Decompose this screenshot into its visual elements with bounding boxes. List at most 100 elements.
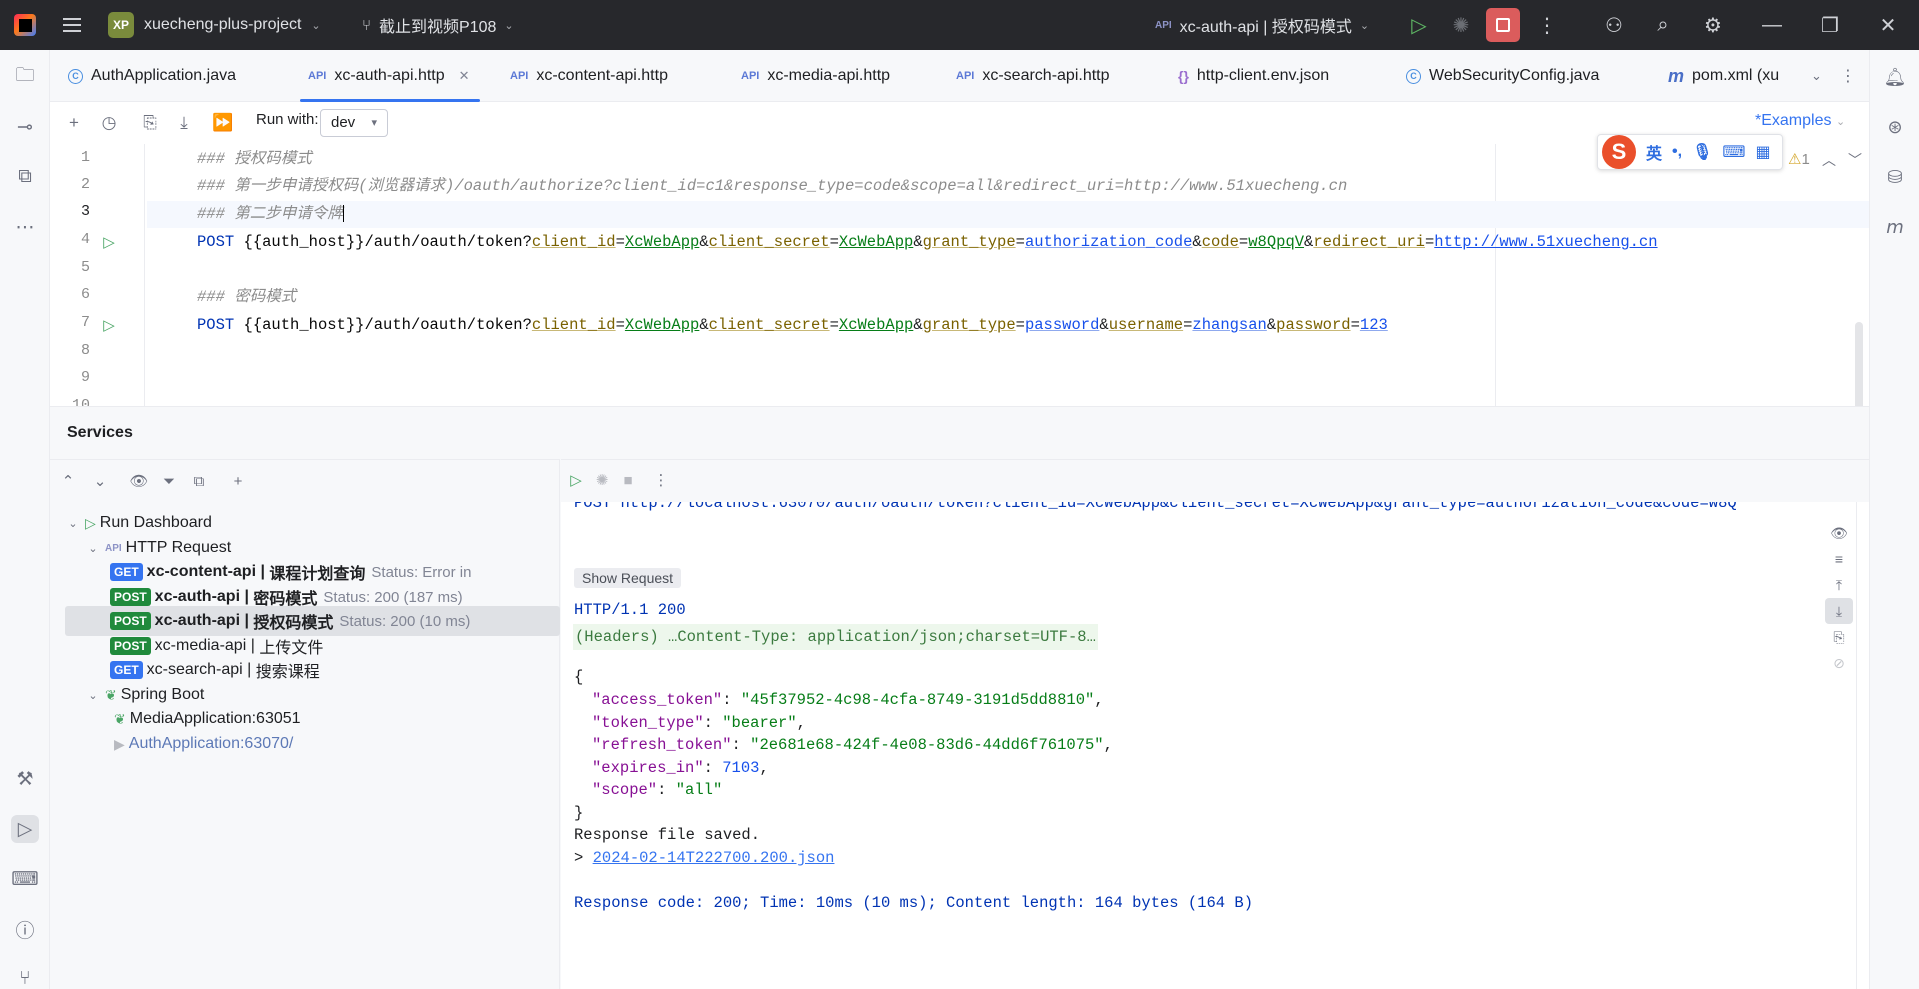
debug-button[interactable]: ✺	[1444, 0, 1478, 50]
new-tab-icon[interactable]: ⧉	[186, 468, 212, 494]
response-file-link[interactable]: 2024-02-14T222700.200.json	[593, 849, 835, 867]
run-all-requests-icon[interactable]: ⏩	[210, 110, 236, 136]
code-editor[interactable]: 1 2 3 4 5 6 7 8 9 10 ▷ ▷ ### 授权码模式 ### 第…	[50, 144, 1869, 406]
build-hammer-icon[interactable]: ⚒	[11, 765, 39, 793]
next-highlight-icon[interactable]: ﹀	[1848, 150, 1862, 170]
tabs-more-icon[interactable]: ⋮	[1840, 50, 1856, 102]
show-request-button[interactable]: Show Request	[574, 568, 682, 588]
soft-wrap-icon[interactable]: ≡	[1825, 546, 1853, 572]
more-tools-icon[interactable]: ⋯	[11, 213, 39, 241]
run-config-selector[interactable]: API xc-auth-api | 授权码模式 ⌄	[1155, 0, 1369, 50]
tab-auth-application[interactable]: C AuthApplication.java	[68, 50, 236, 102]
clear-output-icon[interactable]: ⊘	[1825, 650, 1853, 676]
close-window-button[interactable]: ✕	[1871, 0, 1905, 50]
tab-pom-xml[interactable]: m pom.xml (xu	[1668, 50, 1779, 102]
add-request-icon[interactable]: +	[61, 110, 87, 136]
tab-http-client-env[interactable]: {} http-client.env.json	[1178, 50, 1329, 102]
chevron-down-icon[interactable]: ⌄	[65, 517, 81, 530]
git-icon[interactable]: ⑂	[11, 965, 39, 989]
chevron-down-icon[interactable]: ⌄	[85, 689, 101, 702]
minimize-window-button[interactable]: —	[1755, 0, 1789, 50]
close-tab-icon[interactable]: ✕	[459, 68, 470, 84]
settings-gear-icon[interactable]: ⚙	[1696, 0, 1730, 50]
query-value-url[interactable]: http://www.51xuecheng.cn	[1434, 233, 1657, 251]
structure-icon[interactable]: ⧉	[11, 163, 39, 191]
expand-all-icon[interactable]: ⌃	[55, 468, 81, 494]
project-selector[interactable]: XP xuecheng-plus-project ⌄	[108, 0, 321, 50]
run-request-icon[interactable]: ▷	[100, 233, 118, 251]
collapse-all-icon[interactable]: ⌄	[87, 468, 113, 494]
tab-xc-content-api[interactable]: API xc-content-api.http	[510, 50, 668, 102]
request-status: Status: Error in	[371, 563, 472, 581]
query-value: zhangsan	[1192, 316, 1267, 334]
ai-assistant-icon[interactable]: ⊛	[1881, 113, 1909, 141]
environment-select[interactable]: dev ▾	[320, 109, 388, 137]
history-clock-icon[interactable]: ◷	[96, 110, 122, 136]
inspection-warnings[interactable]: ⚠1	[1788, 150, 1810, 168]
headers-fold[interactable]: (Headers) …Content-Type: application/jso…	[573, 624, 1098, 650]
tab-web-security-config[interactable]: C WebSecurityConfig.java	[1406, 50, 1599, 102]
branch-selector[interactable]: ⑂ 截止到视频P108 ⌄	[362, 0, 514, 50]
ide-logo-icon[interactable]	[10, 0, 40, 50]
add-service-icon[interactable]: +	[225, 468, 251, 494]
convert-icon[interactable]: ⎘	[137, 110, 163, 136]
code-area[interactable]: ### 授权码模式 ### 第一步申请授权码(浏览器请求)/oauth/auth…	[147, 144, 1869, 406]
code-line-current: ### 第二步申请令牌	[147, 201, 1869, 228]
chevron-down-icon[interactable]: ⌄	[85, 542, 101, 555]
show-eye-icon[interactable]: 👁︎	[126, 468, 152, 494]
status-line: HTTP/1.1 200	[574, 601, 686, 619]
tabs-dropdown-icon[interactable]: ⌄	[1811, 50, 1822, 102]
tab-xc-media-api[interactable]: API xc-media-api.http	[741, 50, 890, 102]
maven-icon[interactable]: 𝘮	[1881, 213, 1909, 241]
scroll-to-top-icon[interactable]: ⤒	[1825, 572, 1853, 598]
project-badge: XP	[108, 12, 134, 38]
right-tool-strip: 🔔︎ ⊛ ⛁ 𝘮	[1869, 50, 1919, 989]
ime-language-toggle[interactable]: 英	[1646, 140, 1662, 164]
tab-xc-auth-api[interactable]: API xc-auth-api.http ✕	[300, 50, 480, 102]
search-icon[interactable]: ⌕	[1646, 0, 1680, 50]
app-port-link[interactable]: :63070/	[240, 735, 293, 753]
notifications-bell-icon[interactable]: 🔔︎	[1881, 63, 1909, 91]
import-icon[interactable]: ⤓	[171, 110, 197, 136]
editor-scrollbar[interactable]	[1855, 322, 1863, 406]
database-icon[interactable]: ⛁	[1881, 163, 1909, 191]
services-icon[interactable]: ▷	[11, 815, 39, 843]
json-key: "scope"	[592, 781, 658, 799]
debug-icon[interactable]: ✺	[590, 468, 614, 492]
terminal-icon[interactable]: ⌨	[11, 865, 39, 893]
git-branch-icon: ⑂	[362, 16, 372, 34]
tree-item-app[interactable]: ▶ AuthApplication:63070/	[65, 729, 560, 759]
problems-icon[interactable]: ⓘ	[11, 915, 39, 943]
sogou-logo-icon[interactable]: S	[1602, 135, 1636, 169]
add-user-icon[interactable]: ⚇	[1597, 0, 1631, 50]
stop-icon[interactable]: ■	[616, 468, 640, 492]
project-folder-icon[interactable]: 🗀	[11, 63, 39, 91]
line-number: 4	[80, 231, 90, 248]
run-request-icon[interactable]: ▷	[100, 316, 118, 334]
more-actions-icon[interactable]: ⋮	[649, 468, 673, 492]
ime-punctuation-toggle[interactable]: •,	[1672, 143, 1682, 161]
output-scrollbar[interactable]	[1856, 502, 1866, 989]
restore-window-button[interactable]: ❐	[1813, 0, 1847, 50]
ime-menu-grid-icon[interactable]: ▦	[1755, 142, 1770, 162]
rerun-icon[interactable]: ▷	[564, 468, 588, 492]
java-class-icon: C	[68, 68, 83, 84]
scroll-to-end-icon[interactable]: ⤓	[1825, 598, 1853, 624]
commit-icon[interactable]: ⊸	[11, 113, 39, 141]
filter-icon[interactable]: ⏷	[156, 468, 182, 494]
examples-link[interactable]: *Examples ⌄	[1755, 112, 1845, 130]
main-menu-icon[interactable]	[60, 0, 84, 50]
view-eye-icon[interactable]: 👁︎	[1825, 520, 1853, 546]
tree-item-label: Spring Boot	[120, 686, 205, 703]
previous-highlight-icon[interactable]: ︿	[1822, 150, 1836, 170]
stop-button[interactable]	[1486, 0, 1520, 50]
run-button[interactable]: ▷	[1402, 0, 1436, 50]
copy-icon[interactable]: ⎘	[1825, 624, 1853, 650]
response-console[interactable]: POST http://localhost:63070/auth/oauth/t…	[561, 502, 1806, 989]
tab-xc-search-api[interactable]: API xc-search-api.http	[956, 50, 1110, 102]
keyboard-icon[interactable]: ⌨	[1722, 142, 1745, 162]
app-run-icon: ▶	[114, 735, 125, 752]
environment-value: dev	[331, 114, 356, 131]
more-actions-icon[interactable]: ⋮	[1530, 0, 1564, 50]
microphone-icon[interactable]: 🎙︎	[1692, 142, 1712, 162]
